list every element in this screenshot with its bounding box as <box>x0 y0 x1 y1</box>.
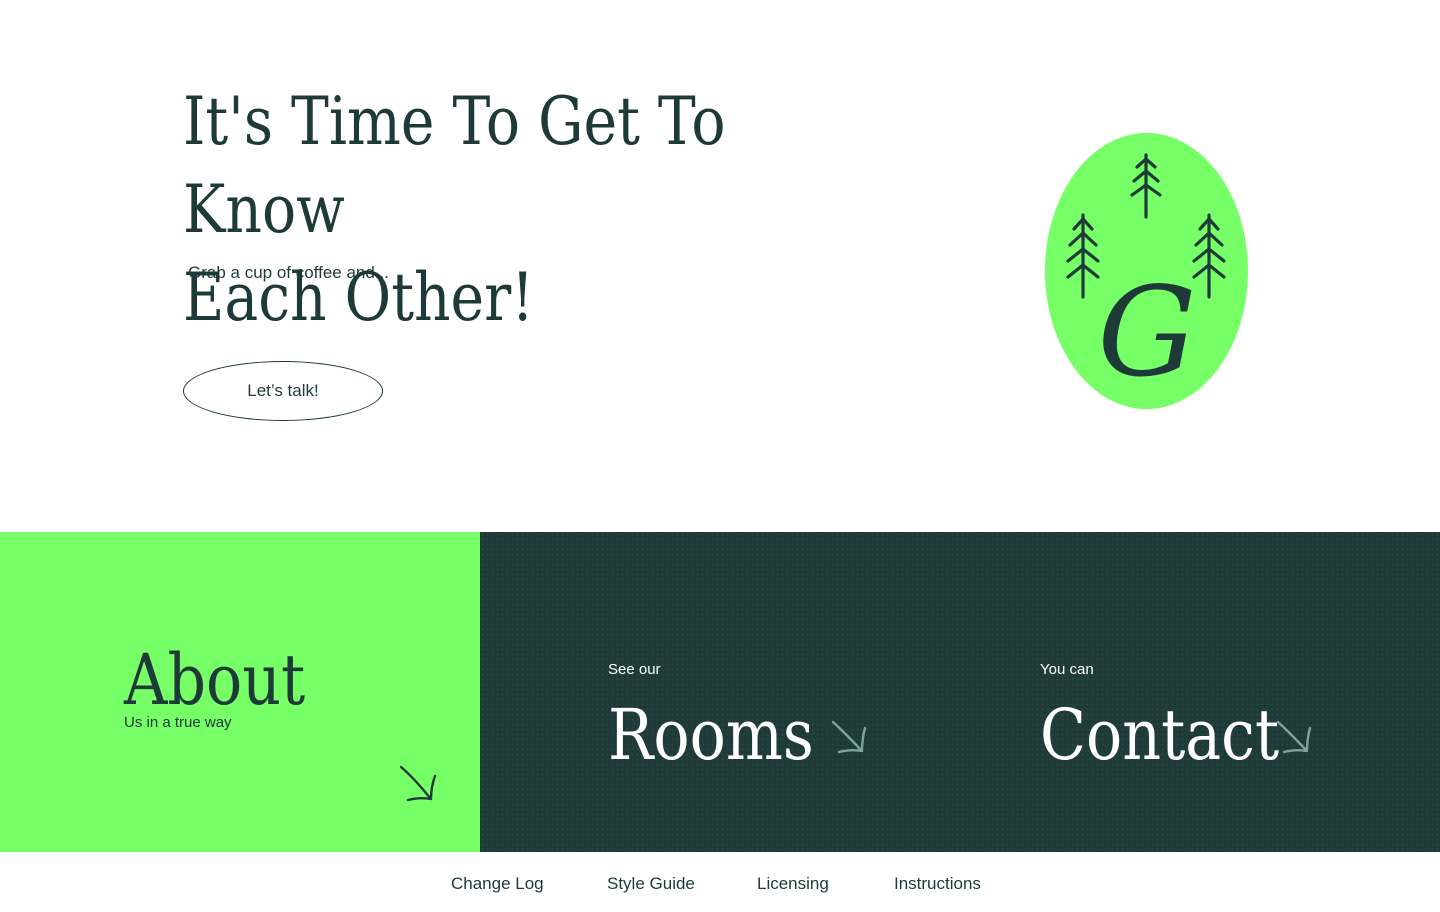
about-tile[interactable]: About Us in a true way <box>0 532 480 852</box>
contact-title[interactable]: Contact <box>1040 695 1279 775</box>
about-subtitle: Us in a true way <box>124 714 232 731</box>
hero-subtitle: Grab a cup of coffee and... <box>188 263 389 282</box>
footer-link-instructions[interactable]: Instructions <box>894 874 981 894</box>
lets-talk-button[interactable]: Let’s talk! <box>183 361 383 421</box>
arrow-down-right-icon <box>399 765 437 802</box>
arrow-down-right-icon[interactable] <box>1274 718 1314 758</box>
arrow-down-right-icon[interactable] <box>829 718 869 758</box>
navigation-tiles: About Us in a true way See our Rooms You… <box>0 532 1440 852</box>
contact-eyebrow: You can <box>1040 661 1094 678</box>
footer-link-licensing[interactable]: Licensing <box>757 874 829 894</box>
logo-badge: G <box>1045 133 1248 409</box>
about-title: About <box>124 639 306 721</box>
footer-link-style-guide[interactable]: Style Guide <box>607 874 695 894</box>
hero-section: It's Time To Get To Know Each Other! Gra… <box>0 0 1440 532</box>
hero-title: It's Time To Get To Know Each Other! <box>183 78 837 342</box>
hero-title-line-1: It's Time To Get To Know <box>183 83 726 248</box>
footer: Change Log Style Guide Licensing Instruc… <box>0 852 1440 912</box>
footer-link-change-log[interactable]: Change Log <box>451 874 544 894</box>
badge-letter: G <box>1097 261 1196 405</box>
rooms-title[interactable]: Rooms <box>608 695 814 775</box>
rooms-eyebrow: See our <box>608 661 661 678</box>
